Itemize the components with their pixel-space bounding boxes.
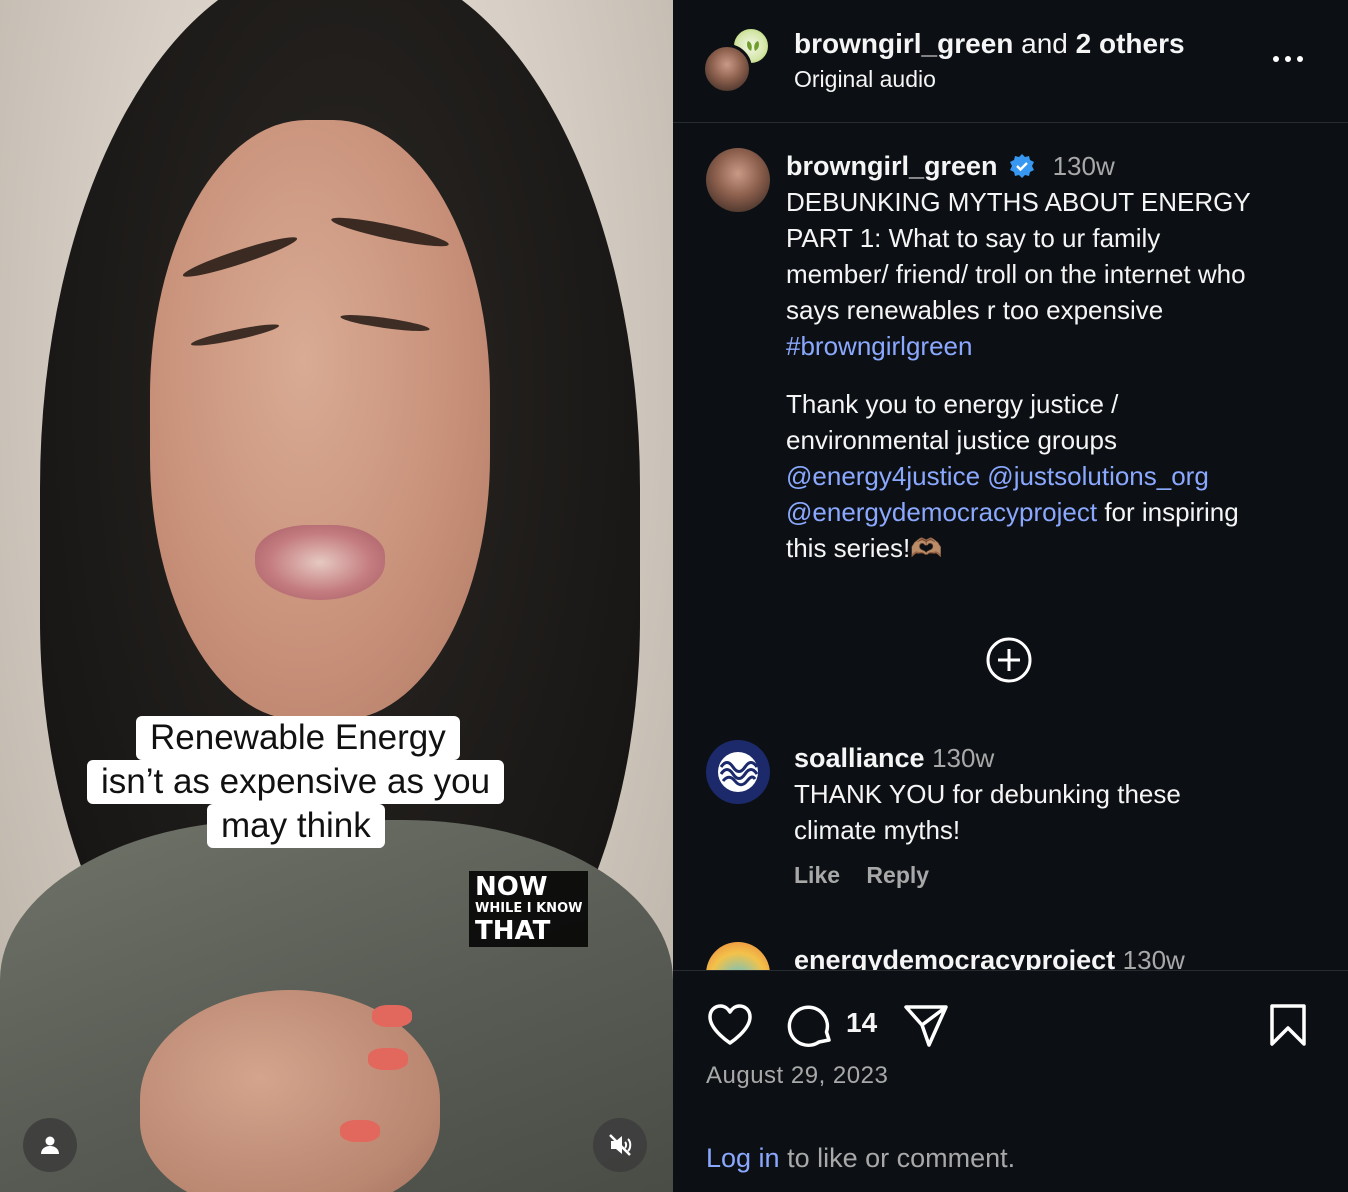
user-icon	[41, 1136, 59, 1154]
caption-username-link[interactable]: browngirl_green	[786, 151, 998, 181]
logo-line: NOW	[475, 872, 548, 902]
header-others-link[interactable]: 2 others	[1076, 28, 1185, 59]
caption-line: this series!🫶🏽	[786, 533, 943, 563]
caption-line: DEBUNKING MYTHS ABOUT ENERGY	[786, 187, 1251, 217]
video-caption-line: isn’t as expensive as you	[87, 760, 505, 804]
post-date: August 29, 2023	[706, 1062, 889, 1089]
comment-count: 14	[846, 1007, 878, 1038]
tagged-users-button[interactable]	[23, 1118, 77, 1172]
comment-username-link[interactable]: soalliance	[794, 743, 925, 773]
comment-line: THANK YOU for debunking these	[794, 779, 1181, 809]
more-options-icon[interactable]	[1271, 52, 1305, 66]
post-panel: browngirl_green and 2 others Original au…	[673, 0, 1348, 1192]
mention-link[interactable]: @energydemocracyproject	[786, 497, 1097, 527]
now-while-i-know-that-logo: NOW WHILE I KNOW THAT	[469, 871, 589, 947]
comment: soalliance 130w THANK YOU for debunking …	[794, 740, 1314, 889]
caption-mentions-line: @energy4justice @justsolutions_org	[786, 458, 1326, 494]
video-caption-line: may think	[207, 804, 385, 848]
caption-text-span: for inspiring	[1104, 497, 1239, 527]
post-footer: 14 August 29, 2023 Log in to like or com…	[673, 970, 1348, 1192]
comment-age: 130w	[1122, 945, 1185, 970]
video-caption-line: Renewable Energy	[136, 716, 460, 760]
caption-text: DEBUNKING MYTHS ABOUT ENERGY PART 1: Wha…	[786, 184, 1326, 566]
comment-actions: Like Reply	[794, 862, 1314, 889]
logo-line: THAT	[475, 916, 551, 946]
comments-scroll-area[interactable]: browngirl_green 130w DEBUNKING MYTHS ABO…	[673, 124, 1348, 970]
caption-age: 130w	[1052, 151, 1115, 181]
comment-avatar[interactable]	[706, 942, 770, 970]
caption-line: member/ friend/ troll on the internet wh…	[786, 259, 1246, 289]
comment-header: soalliance 130w	[794, 740, 1314, 776]
logo-line: WHILE I KNOW	[475, 901, 583, 916]
comment-bubble-icon[interactable]	[787, 1002, 835, 1050]
caption-line: environmental justice groups	[786, 425, 1117, 455]
comment-line: climate myths!	[794, 815, 961, 845]
caption-author-avatar[interactable]	[706, 148, 770, 212]
comment-age: 130w	[932, 743, 995, 773]
header-and-text: and	[1021, 28, 1068, 59]
video-scene-nail	[372, 1005, 412, 1027]
comment-username-link[interactable]: energydemocracyproject	[794, 945, 1115, 970]
original-audio-link[interactable]: Original audio	[794, 64, 936, 94]
comment-text: THANK YOU for debunking these climate my…	[794, 776, 1314, 848]
caption-mentions-line: @energydemocracyproject for inspiring	[786, 494, 1326, 530]
comment-like-button[interactable]: Like	[794, 862, 840, 888]
caption-line: PART 1: What to say to ur family	[786, 223, 1161, 253]
login-prompt-text: to like or comment.	[787, 1143, 1016, 1173]
speaker-muted-icon	[609, 1134, 632, 1156]
mute-button[interactable]	[593, 1118, 647, 1172]
video-scene-nail	[368, 1048, 408, 1070]
verified-badge-icon	[1010, 154, 1035, 178]
load-more-comments-icon[interactable]	[985, 636, 1033, 684]
save-bookmark-icon[interactable]	[1268, 1003, 1308, 1047]
caption-line: Thank you to energy justice /	[786, 389, 1119, 419]
comment-avatar[interactable]	[706, 740, 770, 804]
author-avatar[interactable]	[702, 44, 752, 94]
post-caption: browngirl_green 130w DEBUNKING MYTHS ABO…	[786, 148, 1326, 566]
login-link[interactable]: Log in	[706, 1143, 780, 1173]
caption-header-line: browngirl_green 130w	[786, 148, 1326, 184]
video-scene-nail	[340, 1120, 380, 1142]
hashtag-link[interactable]: #browngirlgreen	[786, 328, 1326, 364]
header-username-link[interactable]: browngirl_green	[794, 28, 1013, 59]
wave-logo-icon	[718, 752, 759, 792]
video-scene-face	[150, 120, 490, 720]
comment-header: energydemocracyproject 130w	[794, 942, 1185, 970]
comment-reply-button[interactable]: Reply	[866, 862, 929, 888]
like-heart-icon[interactable]	[706, 1003, 754, 1047]
mention-link[interactable]: @energy4justice	[786, 461, 980, 491]
video-scene-mouth	[255, 525, 385, 600]
mention-link[interactable]: @justsolutions_org	[987, 461, 1209, 491]
post-header: browngirl_green and 2 others Original au…	[673, 0, 1348, 123]
share-send-icon[interactable]	[902, 1003, 950, 1049]
caption-line: says renewables r too expensive	[786, 295, 1164, 325]
header-title: browngirl_green and 2 others	[794, 26, 1185, 62]
login-prompt: Log in to like or comment.	[706, 1143, 1015, 1174]
reel-video[interactable]: Renewable Energy isn’t as expensive as y…	[0, 0, 673, 1192]
